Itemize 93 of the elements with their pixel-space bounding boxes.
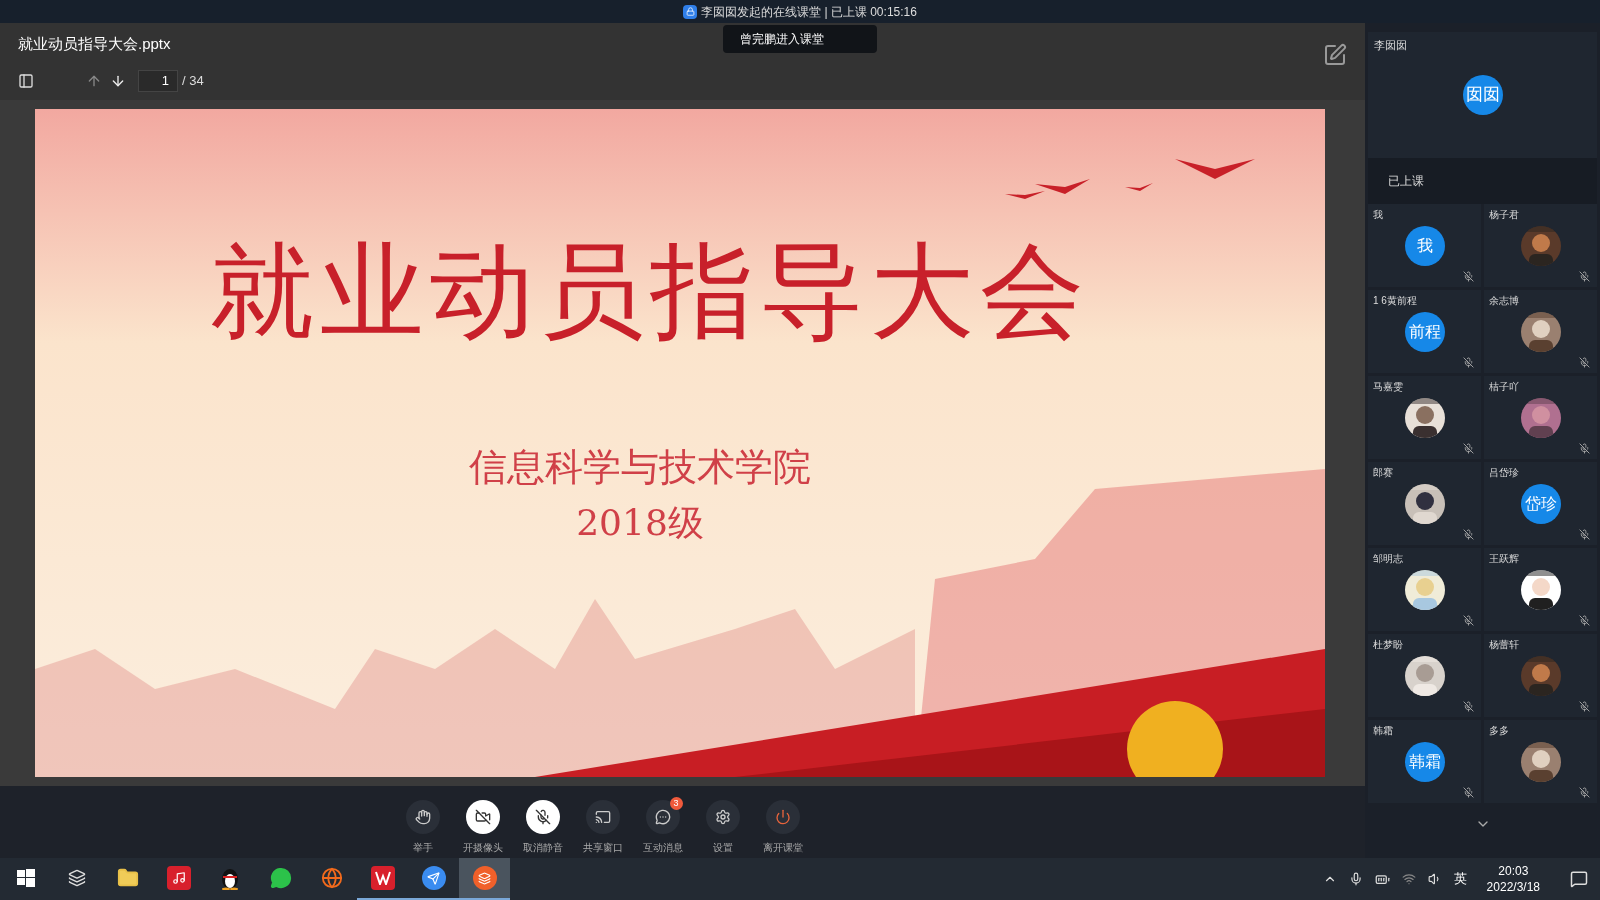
participant-tile[interactable]: 杜梦盼 xyxy=(1368,634,1481,717)
mic-off-icon xyxy=(1579,787,1590,798)
participant-tile[interactable]: 吕岱珍 岱珍 xyxy=(1484,462,1597,545)
mic-off-icon xyxy=(1463,443,1474,454)
lock-icon xyxy=(683,4,698,19)
participant-tile[interactable]: 桔子吖 xyxy=(1484,376,1597,459)
participant-tile[interactable]: 邹明志 xyxy=(1368,548,1481,631)
mic-off-icon xyxy=(1463,271,1474,282)
participant-name: 韩霜 xyxy=(1373,724,1393,738)
toolbar-label: 离开课堂 xyxy=(762,841,803,855)
participant-tile[interactable]: 余志博 xyxy=(1484,290,1597,373)
participant-name: 余志博 xyxy=(1489,294,1519,308)
participant-tile[interactable]: 我 我 xyxy=(1368,204,1481,287)
bird-app-icon xyxy=(421,866,446,890)
section-label: 已上课 xyxy=(1388,173,1424,190)
folder-icon xyxy=(116,867,139,889)
participant-tile[interactable]: 马嘉雯 xyxy=(1368,376,1481,459)
participant-tile[interactable]: 杨蕾轩 xyxy=(1484,634,1597,717)
mic-off-icon xyxy=(1579,271,1590,282)
participant-name: 郎赛 xyxy=(1373,466,1393,480)
mic-off-icon xyxy=(1463,615,1474,626)
mic-off-icon xyxy=(534,809,551,825)
clock[interactable]: 20:03 2022/3/18 xyxy=(1486,863,1540,895)
toolbar-button[interactable] xyxy=(585,800,620,834)
power-icon xyxy=(774,809,791,825)
slide-title: 就业动员指导大会 xyxy=(210,239,1090,343)
toolbar-label: 设置 xyxy=(712,841,733,855)
participant-tile[interactable]: 王跃辉 xyxy=(1484,548,1597,631)
mic-off-icon xyxy=(1463,787,1474,798)
wifi-icon[interactable] xyxy=(1401,872,1416,886)
mic-off-icon xyxy=(1579,615,1590,626)
avatar: 韩霜 xyxy=(1404,741,1445,782)
file-name: 就业动员指导大会.pptx xyxy=(18,34,171,54)
participant-name: 桔子吖 xyxy=(1489,380,1519,394)
notification-toast: 曾完鹏进入课堂 xyxy=(723,25,877,53)
toolbar-label: 共享窗口 xyxy=(582,841,623,855)
windows-icon xyxy=(16,869,35,887)
avatar: 我 xyxy=(1404,225,1445,266)
toolbar-button[interactable] xyxy=(405,800,440,834)
avatar: 前程 xyxy=(1404,311,1445,352)
toolbar-button[interactable] xyxy=(465,800,500,834)
settings-icon xyxy=(714,809,731,825)
music-app-icon xyxy=(166,866,191,890)
annotate-icon[interactable] xyxy=(1323,43,1347,67)
participant-name: 我 xyxy=(1373,208,1383,222)
slide-year: 2018级 xyxy=(576,501,704,545)
camera-off-icon xyxy=(474,809,491,825)
participant-tile[interactable]: 韩霜 韩霜 xyxy=(1368,720,1481,803)
participant-name: 多多 xyxy=(1489,724,1509,738)
mic-off-icon xyxy=(1579,357,1590,368)
sidebar-toggle-icon[interactable] xyxy=(18,72,34,89)
participant-name: 杜梦盼 xyxy=(1373,638,1403,652)
page-field[interactable]: 1 xyxy=(138,69,178,92)
mic-off-icon xyxy=(1579,529,1590,540)
hand-icon xyxy=(414,809,431,825)
page-total: / 34 xyxy=(182,71,204,90)
office-app-icon xyxy=(370,866,395,890)
participant-name: 邹明志 xyxy=(1373,552,1403,566)
mic-off-icon xyxy=(1463,357,1474,368)
mic-off-icon xyxy=(1579,443,1590,454)
notifications-icon[interactable] xyxy=(1570,870,1588,888)
participant-tile[interactable]: 多多 xyxy=(1484,720,1597,803)
toolbar-label: 取消静音 xyxy=(522,841,563,855)
participant-name: 1 6黄前程 xyxy=(1373,294,1417,308)
toolbar-button[interactable] xyxy=(525,800,560,834)
input-method[interactable]: 英 xyxy=(1453,869,1467,889)
toolbar-button[interactable] xyxy=(705,800,740,834)
penguin-icon xyxy=(219,866,240,890)
badge: 3 xyxy=(669,797,683,810)
avatar: 岱珍 xyxy=(1520,483,1561,524)
participant-name: 杨蕾轩 xyxy=(1489,638,1519,652)
slide-subtitle: 信息科学与技术学院 xyxy=(469,444,811,491)
screen-share-icon xyxy=(594,809,611,825)
microphone-icon[interactable] xyxy=(1348,872,1363,886)
toolbar-label: 举手 xyxy=(412,841,433,855)
chat-icon xyxy=(654,809,671,825)
mic-off-icon xyxy=(1463,529,1474,540)
classroom-app-icon xyxy=(472,866,497,890)
mic-off-icon xyxy=(1579,701,1590,712)
avatar: 囡囡 xyxy=(1462,75,1503,115)
participant-name: 吕岱珍 xyxy=(1489,466,1519,480)
participant-tile[interactable]: 1 6黄前程 前程 xyxy=(1368,290,1481,373)
toolbar-label: 互动消息 xyxy=(642,841,683,855)
browser-icon xyxy=(320,867,343,889)
participant-name: 杨子君 xyxy=(1489,208,1519,222)
participant-name: 王跃辉 xyxy=(1489,552,1519,566)
toolbar-label: 开摄像头 xyxy=(462,841,503,855)
teacher-name: 李囡囡 xyxy=(1374,38,1407,53)
mic-off-icon xyxy=(1463,701,1474,712)
window-title: 李囡囡发起的在线课堂 | 已上课 00:15:16 xyxy=(701,3,917,21)
participant-tile[interactable]: 郎赛 xyxy=(1368,462,1481,545)
participant-name: 马嘉雯 xyxy=(1373,380,1403,394)
participant-tile[interactable]: 杨子君 xyxy=(1484,204,1597,287)
